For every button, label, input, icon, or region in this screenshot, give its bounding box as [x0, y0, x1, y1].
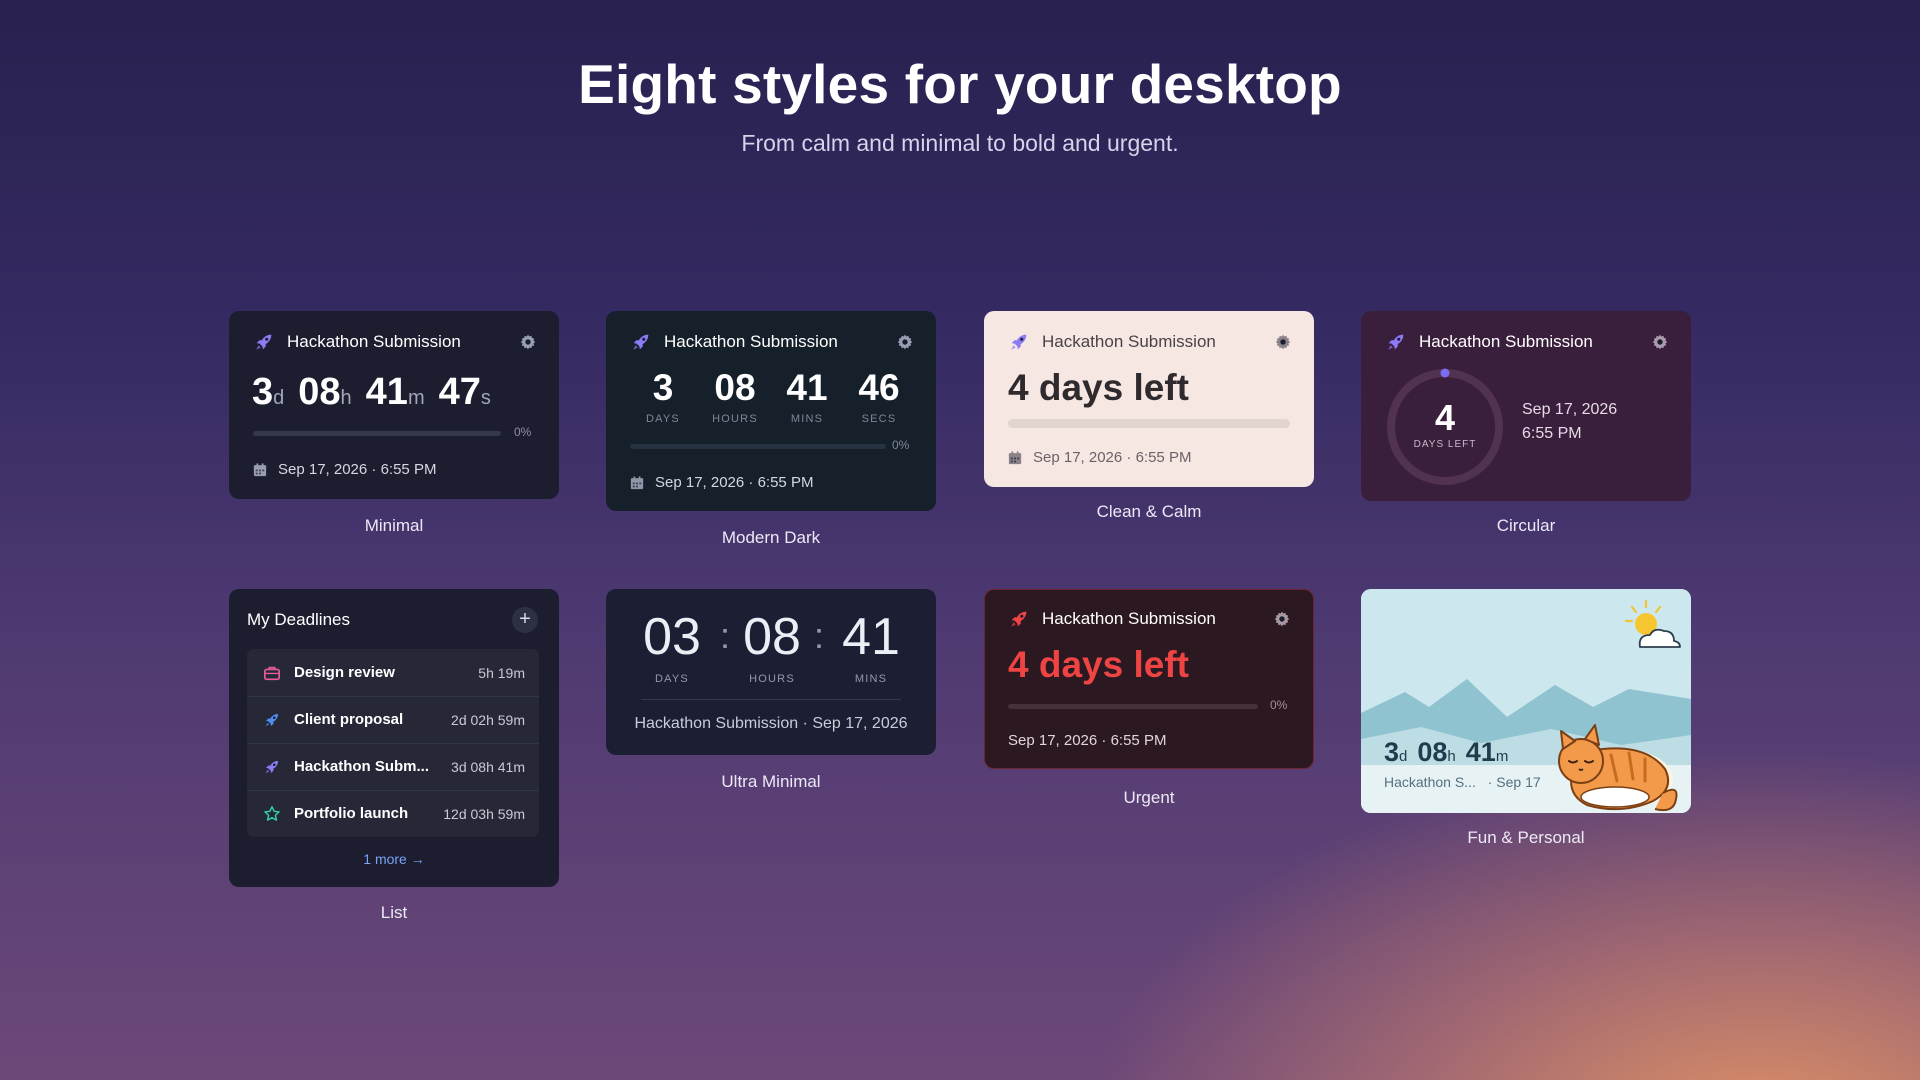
progress-bar [253, 431, 501, 436]
widget-title: Hackathon Submission [664, 332, 838, 351]
list-item[interactable]: Client proposal 2d 02h 59m [247, 696, 539, 743]
rocket-icon [1385, 331, 1407, 353]
rocket-icon [263, 711, 281, 729]
widget-title: Hackathon Submission [1419, 332, 1593, 351]
caption-fun: Fun & Personal [1467, 828, 1585, 847]
progress-bar [1008, 419, 1290, 428]
due-date: Sep 17, 2026 · 6:55 PM [655, 474, 814, 491]
due-date: Sep 17, 2026 · 6:55 PM [278, 461, 437, 478]
briefcase-icon [263, 666, 281, 680]
sun-cloud-icon [1624, 599, 1681, 648]
calendar-icon [253, 463, 267, 477]
due-date-line1: Sep 17, 2026 [1522, 401, 1618, 418]
ring-label: DAYS LEFT [1413, 439, 1477, 450]
gear-icon[interactable] [896, 333, 914, 351]
widget-modern-dark[interactable]: Hackathon Submission 3 DAYS 08 HOURS 41 … [606, 311, 936, 511]
caption-clean-calm: Clean & Calm [1096, 502, 1202, 521]
gear-icon[interactable] [1274, 333, 1292, 351]
star-icon [264, 805, 280, 821]
list-item[interactable]: Portfolio launch 12d 03h 59m [247, 790, 539, 837]
progress-bar [630, 444, 886, 449]
calendar-icon [1008, 451, 1022, 465]
progress-bar [1008, 704, 1258, 709]
caption-urgent: Urgent [1123, 788, 1175, 807]
due-date: Sep 17, 2026 · 6:55 PM [1008, 732, 1167, 749]
widget-circular[interactable]: Hackathon Submission 4 DAYS LEFT Sep 17,… [1361, 311, 1691, 501]
caption-minimal: Minimal [364, 516, 424, 535]
add-button[interactable]: + [512, 607, 538, 633]
list-item[interactable]: Hackathon Subm... 3d 08h 41m [247, 743, 539, 790]
widget-urgent[interactable]: Hackathon Submission 4 days left 0% Sep … [984, 589, 1314, 769]
gear-icon[interactable] [1273, 610, 1291, 628]
gear-icon[interactable] [519, 333, 537, 351]
cat-illustration [1558, 724, 1678, 812]
footer-text: Hackathon Submission · Sep 17, 2026 [634, 715, 908, 732]
gear-icon[interactable] [1651, 333, 1669, 351]
countdown: 03 DAYS : 08 HOURS : 41 MINS [643, 608, 900, 685]
countdown: 3d 08h 41m [1384, 737, 1509, 767]
due-date-line2: 6:55 PM [1522, 425, 1582, 442]
widget-title: Hackathon Submission [1042, 332, 1216, 351]
rocket-icon [630, 331, 652, 353]
headline: 4 days left [1008, 644, 1189, 685]
caption-list: List [380, 903, 408, 922]
deadline-name: Hackathon S... · Sep 17 [1384, 774, 1541, 790]
caption-circular: Circular [1496, 516, 1556, 535]
due-date: Sep 17, 2026 · 6:55 PM [1033, 449, 1192, 466]
widget-ultra-minimal[interactable]: 03 DAYS : 08 HOURS : 41 MINS Hackathon S… [606, 589, 936, 755]
more-link[interactable]: 1 more → [229, 851, 559, 867]
countdown: 3d 08h 41m 47s [252, 371, 491, 413]
headline: 4 days left [1008, 367, 1189, 408]
rocket-icon [1008, 608, 1030, 630]
list-item[interactable]: Design review 5h 19m [247, 649, 539, 696]
progress-label: 0% [1270, 698, 1288, 712]
ring-number: 4 [1434, 397, 1456, 438]
divider [641, 699, 901, 700]
progress-label: 0% [514, 425, 532, 439]
rocket-icon [253, 331, 275, 353]
widget-minimal[interactable]: Hackathon Submission 3d 08h 41m 47s 0% Sep … [229, 311, 559, 499]
page-subtitle: From calm and minimal to bold and urgent… [741, 130, 1179, 156]
deadline-list: Design review 5h 19m Client proposal 2d … [247, 649, 539, 837]
caption-ultra-minimal: Ultra Minimal [721, 772, 821, 791]
widget-title: Hackathon Submission [1042, 609, 1216, 628]
calendar-icon [630, 476, 644, 490]
widget-clean-calm[interactable]: Hackathon Submission 4 days left Sep 17,… [984, 311, 1314, 487]
progress-label: 0% [892, 438, 910, 452]
countdown: 3 DAYS 08 HOURS 41 MINS 46 SECS [646, 367, 900, 425]
list-title: My Deadlines [247, 610, 350, 629]
caption-modern-dark: Modern Dark [721, 528, 821, 547]
page-title: Eight styles for your desktop [578, 53, 1342, 115]
rocket-icon [263, 758, 281, 776]
rocket-icon [1008, 331, 1030, 353]
widget-fun[interactable]: 3d 08h 41m Hackathon S... · Sep 17 [1361, 589, 1691, 813]
widget-list[interactable]: My Deadlines + Design review 5h 19m Clie… [229, 589, 559, 887]
widget-title: Hackathon Submission [287, 332, 461, 351]
